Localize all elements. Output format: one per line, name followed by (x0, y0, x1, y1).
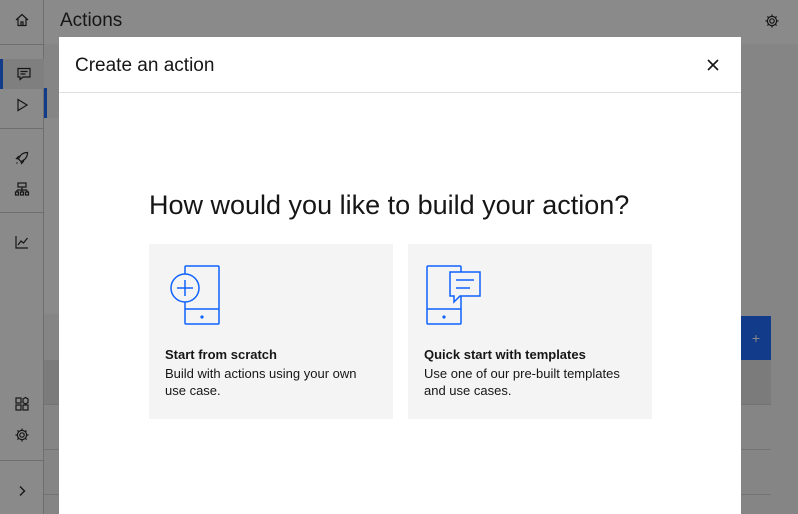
create-action-modal: Create an action How would you like to b… (59, 37, 741, 514)
close-icon (707, 59, 719, 71)
modal-title: Create an action (75, 55, 215, 76)
tile-description: Use one of our pre-built templates and u… (424, 366, 620, 398)
phone-chat-icon (426, 265, 481, 325)
phone-add-icon (170, 265, 220, 325)
tile-description: Build with actions using your own use ca… (165, 366, 357, 398)
start-from-scratch-tile[interactable]: Start from scratch Build with actions us… (149, 244, 393, 419)
close-button[interactable] (701, 53, 725, 77)
build-question-heading: How would you like to build your action? (149, 190, 630, 220)
quick-start-templates-tile[interactable]: Quick start with templates Use one of ou… (408, 244, 652, 419)
tile-title: Start from scratch (165, 347, 277, 362)
tile-title: Quick start with templates (424, 347, 586, 362)
modal-header: Create an action (59, 37, 741, 93)
